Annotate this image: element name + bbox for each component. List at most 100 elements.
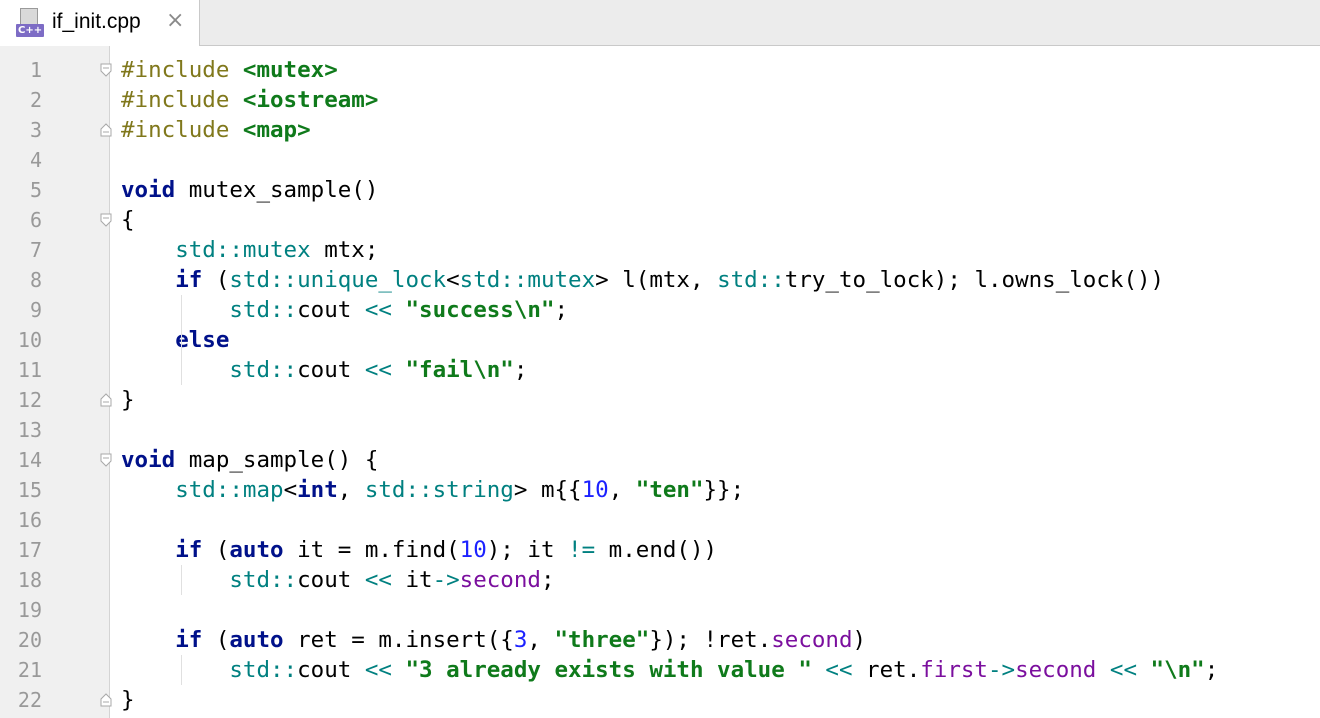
code-token: #include [121, 87, 243, 113]
code-token: <mutex> [242, 57, 338, 83]
line-number: 16 [17, 508, 42, 532]
code-token: cout [297, 357, 365, 383]
code-editor[interactable]: #include <mutex> #include <iostream> #incl… [121, 55, 1311, 715]
code-line[interactable]: } [121, 385, 135, 415]
code-token: std:: [175, 477, 243, 503]
code-token: != [568, 537, 596, 563]
code-token: auto [229, 537, 284, 563]
code-line[interactable]: { [121, 205, 135, 235]
code-line[interactable]: std::cout << it->second; [121, 565, 555, 595]
code-token: ) [852, 627, 867, 653]
line-number: 3 [29, 118, 42, 142]
code-line[interactable]: if (auto it = m.find(10); it != m.end()) [121, 535, 717, 565]
code-token: << [364, 357, 392, 383]
code-token: , [608, 477, 636, 503]
code-token: #include [121, 57, 243, 83]
line-number: 6 [29, 208, 42, 232]
code-token: void [121, 447, 176, 473]
line-number: 1 [29, 58, 42, 82]
fold-close-icon[interactable] [100, 693, 112, 707]
code-token: ret. [852, 657, 921, 683]
code-token: << [364, 567, 392, 593]
code-token: first [920, 657, 988, 683]
code-line[interactable]: #include <map> [121, 115, 311, 145]
code-token: std:: [229, 657, 298, 683]
code-line[interactable]: if (std::unique_lock<std::mutex> l(mtx, … [121, 265, 1164, 295]
fold-close-icon[interactable] [100, 123, 112, 137]
code-line[interactable]: if (auto ret = m.insert({3, "three"}); !… [121, 625, 866, 655]
line-number: 12 [17, 388, 42, 412]
code-token: mutex_sample() [175, 177, 379, 203]
code-token: ; [1204, 657, 1219, 683]
code-token: < [446, 267, 460, 293]
code-token: std:: [717, 267, 785, 293]
fold-open-icon[interactable] [100, 453, 112, 467]
code-line[interactable]: #include <iostream> [121, 85, 378, 115]
code-token: if [175, 267, 203, 293]
code-token: cout [297, 657, 365, 683]
code-token: ; [540, 567, 555, 593]
code-line[interactable]: else [121, 325, 229, 355]
code-token: ; [554, 297, 569, 323]
code-token: "three" [554, 627, 650, 653]
code-token: map [242, 477, 284, 503]
fold-close-icon[interactable] [100, 393, 112, 407]
line-number: 17 [17, 538, 42, 562]
code-token: }}; [703, 477, 745, 503]
code-token: mutex [527, 267, 596, 293]
code-line[interactable]: void map_sample() { [121, 445, 378, 475]
code-token: string [432, 477, 514, 503]
code-token: mtx; [310, 237, 379, 263]
code-token: std:: [459, 267, 528, 293]
close-tab-icon[interactable]: × [166, 8, 184, 33]
code-token: it = m.find( [283, 537, 460, 563]
code-line[interactable]: std::cout << "3 already exists with valu… [121, 655, 1218, 685]
code-line[interactable]: std::mutex mtx; [121, 235, 378, 265]
code-token: "ten" [635, 477, 704, 503]
code-token: std:: [175, 237, 243, 263]
code-token: << [364, 657, 392, 683]
code-token: it [391, 567, 433, 593]
code-token: std:: [229, 567, 298, 593]
code-token: second [1015, 657, 1097, 683]
indent-guide [181, 655, 182, 685]
code-line[interactable]: std::cout << "success\n"; [121, 295, 568, 325]
code-token: m.end()) [595, 537, 718, 563]
line-number: 18 [17, 568, 42, 592]
code-token: cout [297, 567, 365, 593]
language-badge: C++ [16, 24, 45, 37]
code-token: second [459, 567, 541, 593]
code-token: std:: [229, 297, 298, 323]
fold-open-icon[interactable] [100, 63, 112, 77]
code-token: ); it [486, 537, 569, 563]
code-line[interactable]: void mutex_sample() [121, 175, 378, 205]
code-line[interactable]: std::map<int, std::string> m{{10, "ten"}… [121, 475, 744, 505]
code-token: } [121, 687, 135, 713]
code-token: { [121, 207, 135, 233]
code-token: <iostream> [242, 87, 379, 113]
code-token: "3 already exists with value " [405, 657, 812, 683]
code-line[interactable]: } [121, 685, 135, 715]
line-number: 11 [17, 358, 42, 382]
code-token: else [175, 327, 230, 353]
editor-tab-if-init[interactable]: C++ if_init.cpp × [0, 0, 200, 46]
code-token: std:: [364, 477, 433, 503]
code-token: , [527, 627, 555, 653]
code-token: second [771, 627, 853, 653]
fold-open-icon[interactable] [100, 213, 112, 227]
code-token: , [337, 477, 365, 503]
code-token: ( [202, 267, 230, 293]
code-token: int [297, 477, 338, 503]
code-line[interactable]: #include <mutex> [121, 55, 338, 85]
code-token: ret = m.insert({ [283, 627, 514, 653]
line-number-gutter[interactable]: 1 2 3 4 5 6 7 8 9 10 11 12 13 14 15 16 17 18 19 20 21 22 [0, 46, 110, 718]
code-token: "\n" [1150, 657, 1205, 683]
